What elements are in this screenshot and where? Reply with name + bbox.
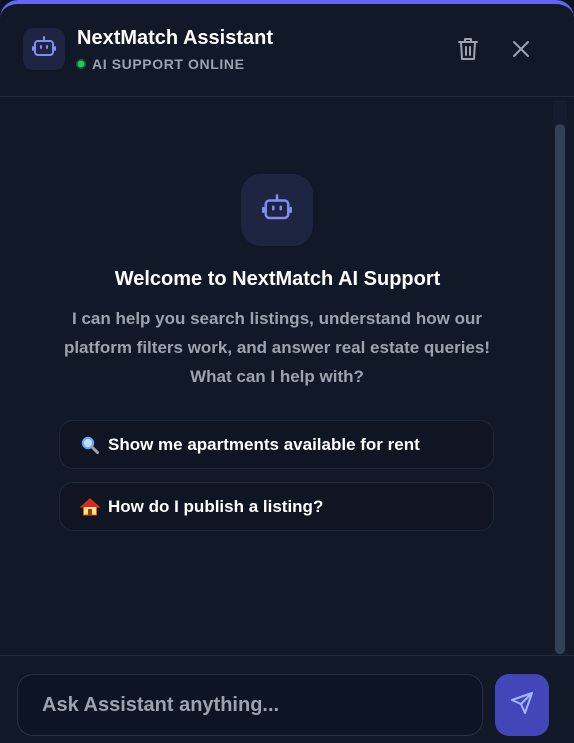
trash-icon xyxy=(457,37,479,66)
send-icon xyxy=(510,691,534,720)
welcome-bot-avatar xyxy=(241,174,313,246)
suggestion-publish-button[interactable]: How do I publish a listing? xyxy=(59,482,494,531)
clear-chat-button[interactable] xyxy=(455,37,481,66)
suggestion-label: How do I publish a listing? xyxy=(108,496,324,516)
magnifier-icon xyxy=(80,436,100,454)
assistant-avatar xyxy=(23,28,65,70)
message-input[interactable] xyxy=(17,674,483,736)
close-chat-button[interactable] xyxy=(508,38,534,64)
chat-header: NextMatch Assistant AI SUPPORT ONLINE xyxy=(0,4,574,97)
welcome-title: Welcome to NextMatch AI Support xyxy=(114,268,441,290)
chat-panel: NextMatch Assistant AI SUPPORT ONLINE We… xyxy=(0,0,574,743)
status-text: AI SUPPORT ONLINE xyxy=(92,56,245,72)
house-icon xyxy=(80,497,100,516)
send-button[interactable] xyxy=(495,674,549,736)
status-indicator: AI SUPPORT ONLINE xyxy=(76,56,245,72)
close-icon xyxy=(512,40,530,63)
suggestion-label: Show me apartments available for rent xyxy=(108,434,420,454)
scrollbar-thumb[interactable] xyxy=(555,124,565,654)
robot-icon xyxy=(262,193,292,227)
online-dot-icon xyxy=(76,59,86,69)
suggestion-apartments-button[interactable]: Show me apartments available for rent xyxy=(59,420,494,469)
assistant-title: NextMatch Assistant xyxy=(77,27,273,49)
welcome-description: I can help you search listings, understa… xyxy=(63,309,491,386)
robot-icon xyxy=(32,35,56,63)
